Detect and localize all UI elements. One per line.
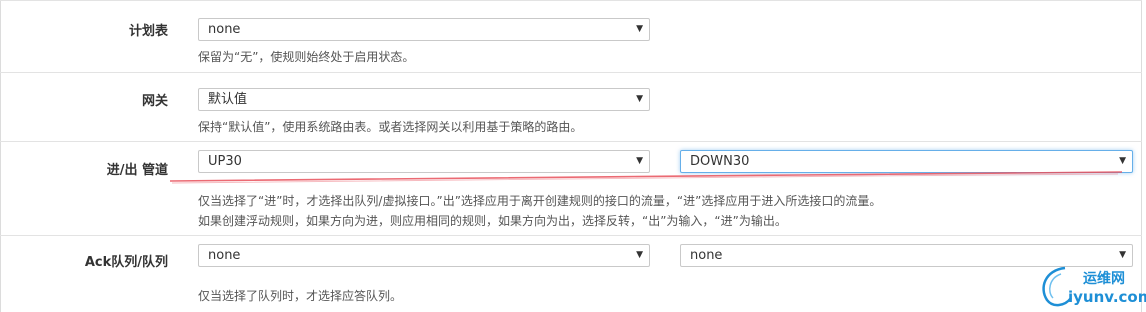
dropdown-arrow-icon: ▼ bbox=[636, 94, 643, 104]
ack-queue-select-value: none bbox=[208, 248, 241, 263]
schedule-select-value: none bbox=[208, 22, 241, 37]
pipe-help-text-line1: 仅当选择了“进”时，才选择出队列/虚拟接口。”出”选择应用于离开创建规则的接口的… bbox=[198, 194, 882, 208]
queue-select-value: none bbox=[690, 248, 723, 263]
dropdown-arrow-icon: ▼ bbox=[1119, 250, 1126, 260]
ack-queue-help-text: 仅当选择了队列时，才选择应答队列。 bbox=[198, 289, 403, 303]
dropdown-arrow-icon: ▼ bbox=[636, 250, 643, 260]
row-divider bbox=[0, 0, 1142, 1]
watermark-name: 运维网 bbox=[1083, 271, 1125, 287]
schedule-select[interactable]: none ▼ bbox=[198, 18, 650, 41]
pipe-help-text-line2: 如果创建浮动规则，如果方向为进，则应用相同的规则，如果方向为出，选择反转，“出”… bbox=[198, 214, 787, 228]
pipe-label: 进/出 管道 bbox=[106, 163, 168, 178]
row-divider bbox=[0, 235, 1142, 236]
gateway-label: 网关 bbox=[141, 94, 168, 109]
ack-queue-label: Ack队列/队列 bbox=[84, 255, 168, 270]
ack-queue-select[interactable]: none ▼ bbox=[198, 244, 650, 267]
schedule-label: 计划表 bbox=[128, 24, 168, 39]
dropdown-arrow-icon: ▼ bbox=[636, 24, 643, 34]
schedule-help-text: 保留为“无”，使规则始终处于启用状态。 bbox=[198, 50, 415, 64]
row-divider bbox=[0, 141, 1142, 142]
gateway-select[interactable]: 默认值 ▼ bbox=[198, 88, 650, 111]
watermark-url: iyunv.com bbox=[1068, 288, 1146, 306]
gateway-help-text: 保持“默认值”，使用系统路由表。或者选择网关以利用基于策略的路由。 bbox=[198, 120, 583, 134]
panel-right-border bbox=[1141, 0, 1142, 312]
red-annotation-underline bbox=[169, 171, 1123, 184]
row-divider bbox=[0, 72, 1142, 73]
gateway-select-value: 默认值 bbox=[208, 92, 248, 107]
